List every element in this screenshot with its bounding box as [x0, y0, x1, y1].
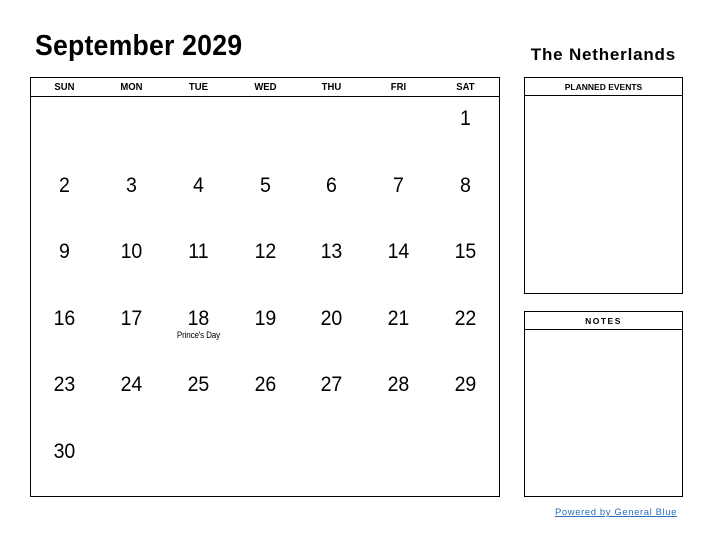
day-cell[interactable]: 17 [98, 297, 165, 364]
day-number: 10 [120, 240, 143, 263]
week-row: 2 3 4 5 6 7 8 [31, 164, 499, 231]
empty-day-cell [98, 430, 165, 497]
day-cell[interactable]: 13 [298, 230, 365, 297]
day-cell[interactable]: 21 [365, 297, 432, 364]
notes-heading: NOTES [525, 312, 682, 330]
notes-panel: NOTES [524, 311, 683, 497]
weekday-tue: TUE [188, 82, 208, 93]
day-number: 5 [259, 173, 271, 197]
day-number: 28 [387, 373, 410, 396]
empty-day-cell [365, 97, 432, 164]
day-number: 1 [460, 107, 472, 130]
day-number: 24 [120, 373, 143, 396]
day-number: 25 [187, 373, 210, 396]
weekday-header: SUN MON TUE WED THU FRI SAT [31, 78, 499, 97]
weekday-wed: WED [253, 82, 277, 93]
day-number: 29 [454, 373, 477, 396]
day-cell[interactable]: 30 [31, 430, 98, 497]
day-number: 17 [120, 306, 143, 330]
day-number: 23 [53, 373, 76, 396]
day-cell[interactable]: 18 Prince's Day [165, 297, 232, 364]
week-row: 16 17 18 Prince's Day 19 20 21 22 [31, 297, 499, 364]
day-number: 15 [454, 240, 477, 263]
week-row: 1 [31, 97, 499, 164]
day-cell[interactable]: 25 [165, 363, 232, 430]
day-number: 6 [326, 173, 338, 197]
week-row: 30 [31, 430, 499, 497]
day-cell[interactable]: 29 [432, 363, 499, 430]
weekday-sat: SAT [456, 82, 475, 93]
day-cell[interactable]: 7 [365, 164, 432, 231]
day-cell[interactable]: 3 [98, 164, 165, 231]
weekday-thu: THU [322, 82, 342, 93]
planned-events-heading: PLANNED EVENTS [525, 78, 682, 96]
country-label: The Netherlands [530, 45, 676, 64]
empty-day-cell [298, 430, 365, 497]
day-cell[interactable]: 8 [432, 164, 499, 231]
day-cell[interactable]: 10 [98, 230, 165, 297]
day-number: 11 [187, 240, 209, 263]
day-number: 8 [460, 173, 472, 197]
empty-day-cell [31, 97, 98, 164]
calendar-grid: SUN MON TUE WED THU FRI SAT 1 2 3 4 5 6 7 8 9 10 1… [30, 77, 500, 497]
empty-day-cell [365, 430, 432, 497]
day-number: 19 [254, 306, 276, 330]
day-number: 16 [53, 306, 76, 330]
day-cell[interactable]: 24 [98, 363, 165, 430]
weekday-sun: SUN [54, 82, 75, 93]
day-cell[interactable]: 6 [298, 164, 365, 231]
day-number: 21 [387, 306, 410, 330]
day-cell[interactable]: 2 [31, 164, 98, 231]
day-cell[interactable]: 11 [165, 230, 232, 297]
day-number: 22 [454, 306, 477, 330]
planned-events-panel: PLANNED EVENTS [524, 77, 683, 294]
day-cell[interactable]: 20 [298, 297, 365, 364]
day-number: 26 [254, 373, 276, 396]
day-cell[interactable]: 22 [432, 297, 499, 364]
week-row: 23 24 25 26 27 28 29 [31, 363, 499, 430]
day-number: 30 [53, 439, 76, 463]
day-number: 20 [321, 306, 343, 330]
weekday-mon: MON [120, 82, 143, 93]
empty-day-cell [432, 430, 499, 497]
day-number: 9 [58, 240, 70, 263]
day-cell[interactable]: 5 [232, 164, 299, 231]
day-cell[interactable]: 27 [298, 363, 365, 430]
calendar-body: 1 2 3 4 5 6 7 8 9 10 11 12 13 14 15 16 17 18 Prince's Day 1… [31, 97, 499, 496]
powered-by-link[interactable]: Powered by General Blue [555, 507, 677, 518]
day-number: 4 [192, 173, 204, 197]
empty-day-cell [232, 430, 299, 497]
day-number: 3 [125, 173, 137, 197]
week-row: 9 10 11 12 13 14 15 [31, 230, 499, 297]
day-number: 13 [321, 240, 343, 263]
day-number: 18 [187, 306, 210, 330]
day-number: 12 [254, 240, 276, 263]
day-cell[interactable]: 14 [365, 230, 432, 297]
day-number: 27 [321, 373, 343, 396]
day-cell[interactable]: 26 [232, 363, 299, 430]
day-cell[interactable]: 19 [232, 297, 299, 364]
day-cell[interactable]: 23 [31, 363, 98, 430]
day-cell[interactable]: 4 [165, 164, 232, 231]
empty-day-cell [165, 430, 232, 497]
day-cell[interactable]: 9 [31, 230, 98, 297]
day-cell[interactable]: 16 [31, 297, 98, 364]
empty-day-cell [298, 97, 365, 164]
day-cell[interactable]: 12 [232, 230, 299, 297]
day-number: 14 [387, 240, 410, 263]
empty-day-cell [98, 97, 165, 164]
empty-day-cell [165, 97, 232, 164]
day-cell[interactable]: 1 [432, 97, 499, 164]
day-number: 7 [393, 173, 405, 197]
day-cell[interactable]: 15 [432, 230, 499, 297]
day-number: 2 [58, 173, 70, 197]
page-title: September 2029 [35, 30, 243, 62]
empty-day-cell [232, 97, 299, 164]
holiday-label: Prince's Day [176, 329, 220, 340]
day-cell[interactable]: 28 [365, 363, 432, 430]
weekday-fri: FRI [391, 82, 407, 93]
